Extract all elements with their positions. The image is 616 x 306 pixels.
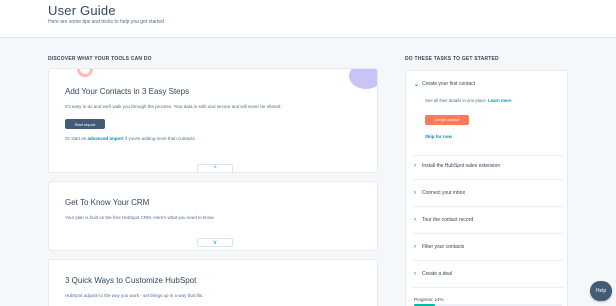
create-contact-button[interactable]: Create contact [425, 115, 469, 125]
task-label: Tour the contact record [422, 217, 474, 223]
task-filter-contacts[interactable]: › Filter your contacts [414, 239, 562, 255]
know-your-crm-card: Get To Know Your CRM Your plan is built … [48, 181, 378, 251]
expand-card-toggle[interactable]: v [197, 238, 233, 247]
task-tour-contact-record[interactable]: › Tour the contact record [414, 212, 562, 228]
task-detail: See all their details in one place. Lear… [425, 98, 511, 103]
card-title: 3 Quick Ways to Customize HubSpot [65, 276, 197, 285]
task-label: Filter your contacts [422, 244, 465, 250]
decorative-shape [349, 69, 377, 89]
chevron-down-icon: ⌄ [414, 81, 420, 88]
task-install-sales-extension[interactable]: › Install the HubSpot sales extension [414, 158, 562, 174]
task-connect-inbox[interactable]: › Connect your inbox [414, 185, 562, 201]
card-title: Get To Know Your CRM [65, 198, 150, 207]
advanced-import-prefix: Or start an [65, 136, 87, 141]
tasks-section-label: DO THESE TASKS TO GET STARTED [405, 56, 499, 62]
collapse-card-toggle[interactable]: ^ [197, 164, 233, 172]
divider [412, 233, 564, 234]
chevron-right-icon: › [414, 163, 416, 169]
advanced-import-link[interactable]: advanced import [88, 136, 124, 141]
card-description: Your plan is built on the free HubSpot C… [65, 215, 215, 220]
progress-label: Progress: 14% [414, 297, 444, 302]
task-create-deal[interactable]: › Create a deal [414, 266, 562, 282]
card-description: HubSpot adjusts to the way you work - se… [65, 293, 204, 298]
task-detail-text: See all their details in one place. [425, 98, 487, 103]
chevron-right-icon: › [414, 244, 416, 250]
discover-section-label: DISCOVER WHAT YOUR TOOLS CAN DO [48, 56, 152, 62]
help-button[interactable]: Help [590, 281, 612, 301]
task-label: Install the HubSpot sales extension [422, 163, 501, 169]
chevron-right-icon: › [414, 190, 416, 196]
page-subtitle: Here are some tips and tricks to help yo… [48, 19, 164, 25]
chevron-down-icon: v [213, 239, 217, 246]
add-contacts-card: Add Your Contacts in 3 Easy Steps It's e… [48, 68, 378, 173]
decorative-circle [77, 69, 93, 77]
task-create-first-contact[interactable]: ⌄ Create your first contact [414, 76, 562, 92]
divider [412, 260, 564, 261]
task-label: Create your first contact [422, 81, 476, 87]
chevron-right-icon: › [414, 217, 416, 223]
divider [412, 179, 564, 180]
card-title: Add Your Contacts in 3 Easy Steps [65, 87, 190, 96]
customize-hubspot-card: 3 Quick Ways to Customize HubSpot HubSpo… [48, 259, 378, 306]
advanced-import-line: Or start an advanced import if you're ad… [65, 136, 196, 141]
chevron-right-icon: › [414, 271, 416, 277]
card-description: It's easy to do and we'll walk you throu… [65, 104, 282, 109]
task-label: Create a deal [422, 271, 453, 277]
task-label: Connect your inbox [422, 190, 466, 196]
start-import-button[interactable]: Start import [65, 119, 105, 129]
page-header: User Guide Here are some tips and tricks… [0, 0, 616, 38]
divider [412, 155, 564, 156]
page-title: User Guide [48, 3, 116, 18]
divider [412, 206, 564, 207]
chevron-up-icon: ^ [213, 165, 217, 172]
getting-started-tasks: ⌄ Create your first contact See all thei… [405, 70, 568, 306]
skip-for-now-link[interactable]: Skip for now [425, 134, 452, 139]
divider [412, 287, 564, 288]
learn-more-link[interactable]: Learn more [488, 98, 511, 103]
advanced-import-suffix: if you're adding more than contacts. [124, 136, 196, 141]
